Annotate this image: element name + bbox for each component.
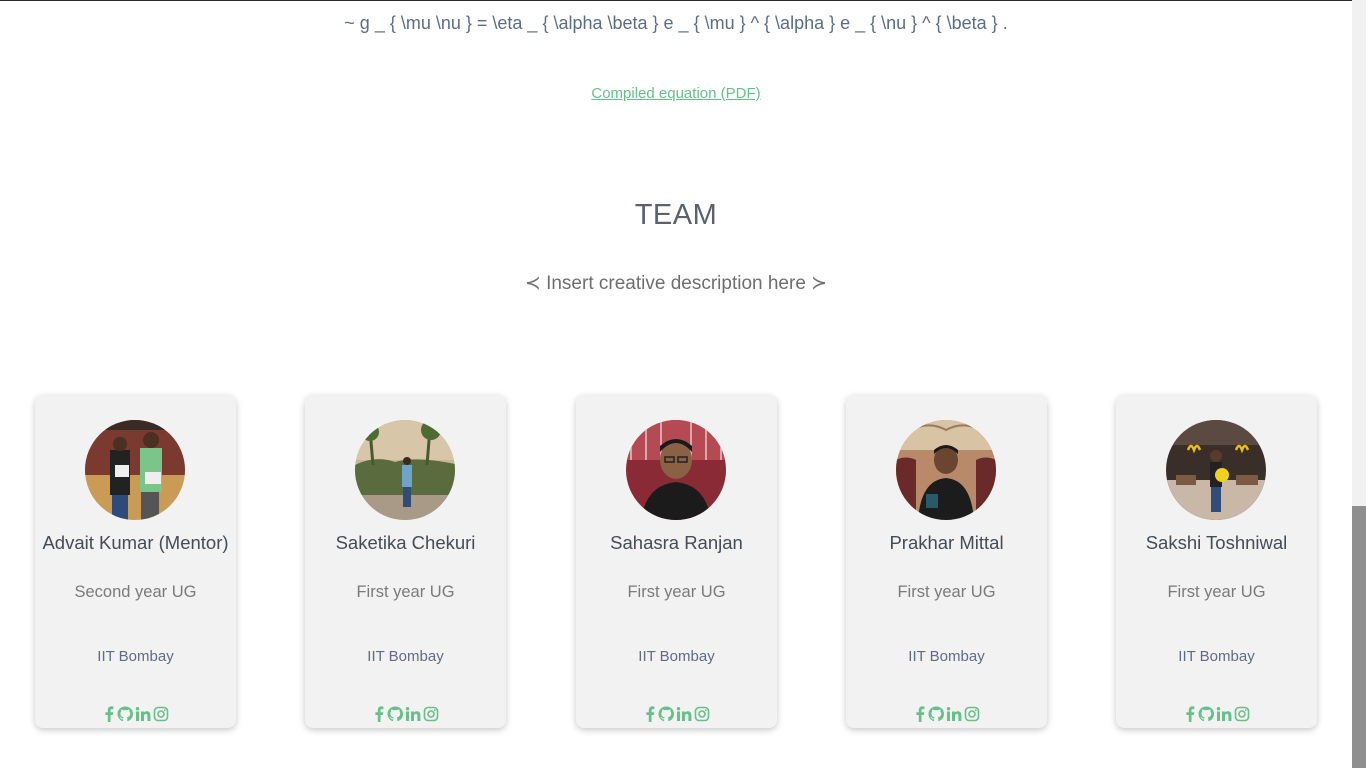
member-name: Sakshi Toshniwal	[1145, 532, 1288, 553]
instagram-icon[interactable]	[423, 706, 439, 722]
member-year: First year UG	[1167, 583, 1266, 601]
member-photo	[85, 420, 185, 520]
social-links	[1116, 705, 1317, 723]
member-college: IIT Bombay	[908, 648, 985, 665]
instagram-icon[interactable]	[694, 706, 710, 722]
facebook-icon[interactable]	[373, 706, 385, 722]
instagram-icon[interactable]	[1234, 706, 1250, 722]
linkedin-icon[interactable]	[135, 706, 151, 722]
instagram-icon[interactable]	[964, 706, 980, 722]
team-member-card: Prakhar Mittal First year UG IIT Bombay	[846, 395, 1047, 728]
member-college: IIT Bombay	[367, 648, 444, 665]
member-photo	[355, 420, 455, 520]
social-links	[305, 705, 506, 723]
member-year: First year UG	[627, 583, 726, 601]
team-heading: TEAM	[634, 199, 718, 231]
member-name: Sahasra Ranjan	[610, 532, 743, 553]
member-year: Second year UG	[74, 583, 197, 601]
compiled-equation-pdf-link[interactable]: Compiled equation (PDF)	[591, 85, 760, 102]
linkedin-icon[interactable]	[676, 706, 692, 722]
social-links	[576, 705, 777, 723]
github-icon[interactable]	[117, 706, 133, 722]
facebook-icon[interactable]	[103, 706, 115, 722]
instagram-icon[interactable]	[153, 706, 169, 722]
linkedin-icon[interactable]	[1216, 706, 1232, 722]
scrollbar-thumb[interactable]	[1352, 506, 1366, 768]
social-links	[846, 705, 1047, 723]
social-links	[35, 705, 236, 723]
member-name: Prakhar Mittal	[889, 532, 1004, 553]
github-icon[interactable]	[928, 706, 944, 722]
member-photo	[626, 420, 726, 520]
linkedin-icon[interactable]	[405, 706, 421, 722]
team-member-card: Advait Kumar (Mentor) Second year UG IIT…	[35, 395, 236, 728]
team-member-card: Sakshi Toshniwal First year UG IIT Bomba…	[1116, 395, 1317, 728]
pdf-link-container: Compiled equation (PDF)	[0, 85, 1352, 102]
member-college: IIT Bombay	[638, 648, 715, 665]
team-member-card: Saketika Chekuri First year UG IIT Bomba…	[305, 395, 506, 728]
member-photo	[1166, 420, 1266, 520]
equation-text: ~ g _ { \mu \nu } = \eta _ { \alpha \bet…	[344, 13, 1008, 33]
team-description: ≺ Insert creative description here ≻	[524, 273, 828, 294]
member-name: Saketika Chekuri	[335, 532, 476, 553]
member-college: IIT Bombay	[97, 648, 174, 665]
facebook-icon[interactable]	[914, 706, 926, 722]
facebook-icon[interactable]	[1184, 706, 1196, 722]
member-photo	[896, 420, 996, 520]
member-year: First year UG	[897, 583, 996, 601]
github-icon[interactable]	[387, 706, 403, 722]
member-year: First year UG	[356, 583, 455, 601]
member-college: IIT Bombay	[1178, 648, 1255, 665]
github-icon[interactable]	[658, 706, 674, 722]
team-member-card: Sahasra Ranjan First year UG IIT Bombay	[576, 395, 777, 728]
facebook-icon[interactable]	[644, 706, 656, 722]
github-icon[interactable]	[1198, 706, 1214, 722]
top-border-line	[0, 0, 1352, 1]
linkedin-icon[interactable]	[946, 706, 962, 722]
member-name: Advait Kumar (Mentor)	[42, 532, 229, 553]
